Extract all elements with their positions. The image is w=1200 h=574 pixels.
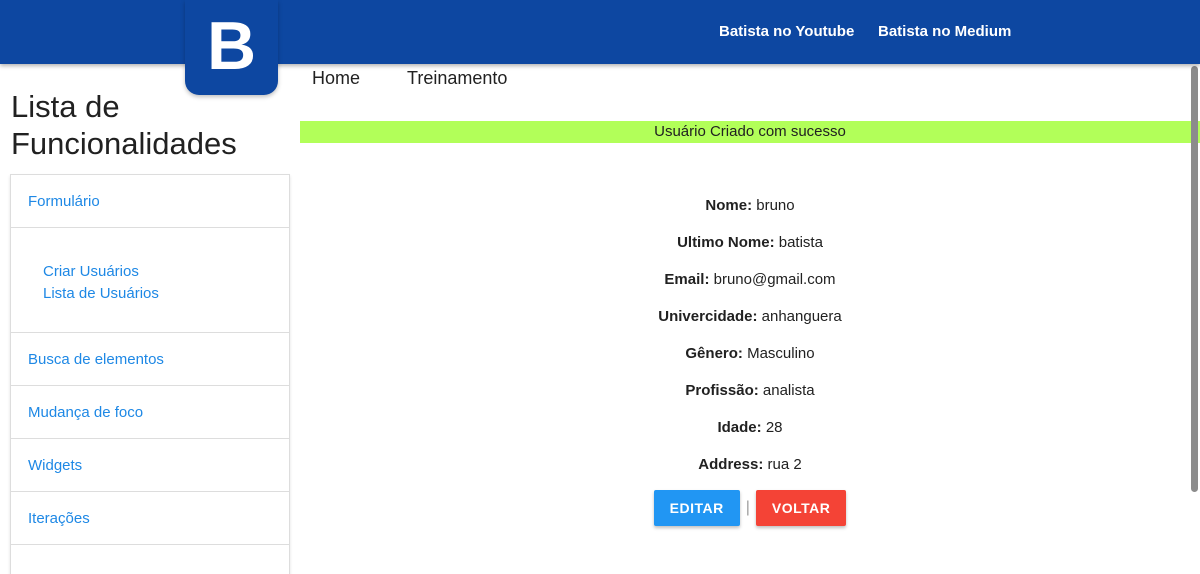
sidebar-item-mudanca-foco[interactable]: Mudança de foco bbox=[11, 386, 289, 439]
detail-label: Ultimo Nome: bbox=[677, 234, 775, 251]
top-navbar: Batista no Youtube Batista no Medium bbox=[0, 0, 1200, 64]
detail-label: Gênero: bbox=[685, 345, 743, 362]
detail-idade: Idade: 28 bbox=[300, 416, 1200, 453]
detail-value: anhanguera bbox=[761, 308, 842, 325]
detail-label: Address: bbox=[698, 456, 764, 473]
detail-ultimo-nome: Ultimo Nome: batista bbox=[300, 231, 1200, 268]
detail-label: Profissão: bbox=[685, 382, 759, 399]
success-alert: Usuário Criado com sucesso bbox=[300, 121, 1200, 143]
detail-value: analista bbox=[762, 382, 815, 399]
detail-value: 28 bbox=[765, 419, 783, 436]
separator: | bbox=[745, 499, 750, 516]
page-scrollbar[interactable] bbox=[1191, 66, 1198, 492]
detail-label: Univercidade: bbox=[658, 308, 758, 325]
submenu-item-lista-usuarios[interactable]: Lista de Usuários bbox=[43, 283, 289, 305]
sidebar-item-widgets[interactable]: Widgets bbox=[11, 439, 289, 492]
youtube-link[interactable]: Batista no Youtube bbox=[719, 0, 854, 64]
detail-value: bruno@gmail.com bbox=[713, 271, 836, 288]
detail-profissao: Profissão: analista bbox=[300, 379, 1200, 416]
user-details: Nome: bruno Ultimo Nome: batista Email: … bbox=[300, 194, 1200, 490]
detail-value: batista bbox=[778, 234, 823, 251]
sidebar-item-iteracoes[interactable]: Iterações bbox=[11, 492, 289, 545]
logo-letter: B bbox=[206, 7, 257, 84]
detail-label: Email: bbox=[664, 271, 710, 288]
detail-nome: Nome: bruno bbox=[300, 194, 1200, 231]
detail-value: Masculino bbox=[747, 345, 815, 362]
detail-value: rua 2 bbox=[767, 456, 802, 473]
sidebar-submenu-formulario: Criar Usuários Lista de Usuários bbox=[11, 228, 289, 333]
sidebar-menu: Formulário Criar Usuários Lista de Usuár… bbox=[10, 174, 290, 574]
nav-home-link[interactable]: Home bbox=[312, 66, 360, 90]
detail-genero: Gênero: Masculino bbox=[300, 342, 1200, 379]
detail-email: Email: bruno@gmail.com bbox=[300, 268, 1200, 305]
nav-treinamento-link[interactable]: Treinamento bbox=[407, 66, 507, 90]
action-buttons: Editar | Voltar bbox=[300, 490, 1200, 526]
submenu-item-criar-usuarios[interactable]: Criar Usuários bbox=[43, 261, 289, 283]
detail-universidade: Univercidade: anhanguera bbox=[300, 305, 1200, 342]
back-button[interactable]: Voltar bbox=[755, 490, 847, 526]
brand-logo[interactable]: B bbox=[185, 0, 278, 95]
edit-button[interactable]: Editar bbox=[653, 490, 740, 526]
medium-link[interactable]: Batista no Medium bbox=[878, 0, 1011, 64]
sidebar-title: Lista de Funcionalidades bbox=[11, 89, 237, 161]
detail-label: Nome: bbox=[705, 197, 753, 214]
detail-address: Address: rua 2 bbox=[300, 453, 1200, 490]
success-alert-message: Usuário Criado com sucesso bbox=[654, 123, 846, 140]
detail-label: Idade: bbox=[717, 419, 762, 436]
sidebar-item-busca-elementos[interactable]: Busca de elementos bbox=[11, 333, 289, 386]
detail-value: bruno bbox=[756, 197, 795, 214]
sidebar-item-formulario[interactable]: Formulário bbox=[11, 175, 289, 228]
